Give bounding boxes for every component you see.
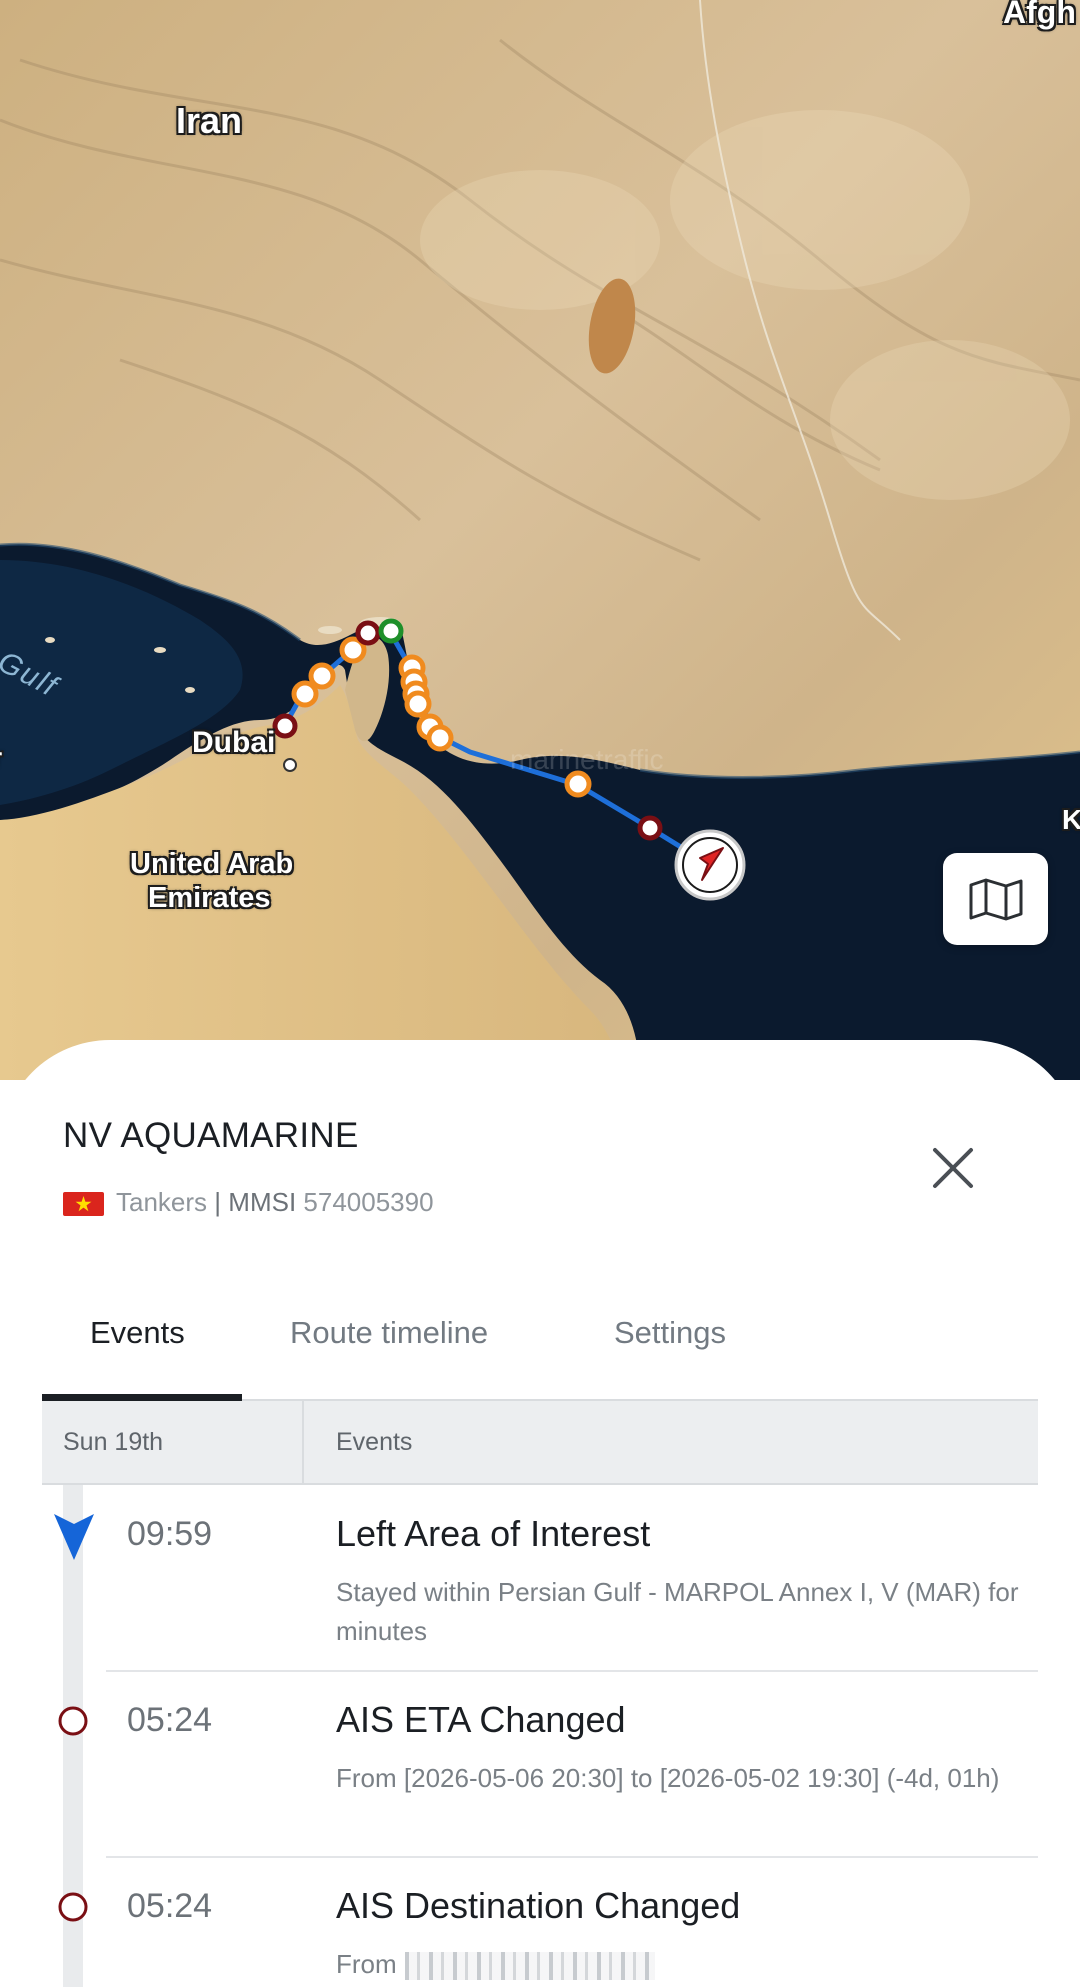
- event-divider: [106, 1856, 1038, 1858]
- event-time: 09:59: [127, 1515, 213, 1553]
- map-label-iran: Iran: [176, 100, 243, 141]
- close-icon: [933, 1148, 973, 1188]
- map-view[interactable]: Iran Afgh Gulf r Dubai United Arab Emira…: [0, 0, 1080, 1080]
- tab-route-timeline[interactable]: Route timeline: [290, 1315, 488, 1351]
- map-label-dubai: Dubai: [192, 726, 276, 759]
- vessel-meta: Tankers | MMSI 574005390: [116, 1187, 434, 1218]
- mmsi-label: MMSI: [228, 1187, 297, 1217]
- event-divider: [106, 1670, 1038, 1672]
- date-column-header: Sun 19th: [63, 1428, 164, 1456]
- event-circle-icon: [58, 1892, 88, 1922]
- map-label-afghanistan: Afgh: [1003, 0, 1076, 30]
- event-title: AIS Destination Changed: [336, 1885, 741, 1926]
- mmsi-value: 574005390: [303, 1187, 434, 1217]
- events-table-header: Sun 19th Events: [42, 1401, 1038, 1485]
- meta-separator: |: [214, 1187, 222, 1217]
- event-time: 05:24: [127, 1701, 213, 1739]
- event-description-prefix: From: [336, 1949, 397, 1979]
- tab-events[interactable]: Events: [90, 1315, 185, 1351]
- tab-settings[interactable]: Settings: [614, 1315, 726, 1351]
- current-position-triangle-icon: [54, 1514, 94, 1560]
- header-separator: [302, 1401, 304, 1485]
- satellite-basemap[interactable]: [0, 0, 1080, 1080]
- map-label-right-edge: K: [1062, 804, 1080, 835]
- vietnam-flag-icon: [63, 1192, 104, 1216]
- event-description: From [2026-05-06 20:30] to [2026-05-02 1…: [336, 1763, 1000, 1793]
- map-watermark: marinetraffic: [510, 744, 664, 775]
- redacted-destination: [404, 1952, 655, 1981]
- dubai-point-icon: [283, 758, 297, 772]
- event-description: From: [336, 1945, 1036, 1984]
- map-layers-button[interactable]: [943, 853, 1048, 945]
- event-time: 05:24: [127, 1887, 213, 1925]
- event-title: Left Area of Interest: [336, 1513, 651, 1554]
- event-description: Stayed within Persian Gulf - MARPOL Anne…: [336, 1577, 1019, 1646]
- event-circle-icon: [58, 1706, 88, 1736]
- map-label-uae-line2: Emirates: [148, 882, 271, 914]
- vessel-name: NV AQUAMARINE: [63, 1116, 359, 1155]
- map-label-uae-line1: United Arab: [130, 848, 294, 880]
- vessel-icon[interactable]: [674, 829, 746, 901]
- map-label-left-edge: r: [0, 742, 2, 773]
- close-button[interactable]: [925, 1140, 981, 1196]
- events-column-header: Events: [336, 1428, 413, 1456]
- event-title: AIS ETA Changed: [336, 1699, 626, 1740]
- map-icon: [969, 878, 1022, 921]
- vessel-type: Tankers: [116, 1187, 208, 1217]
- active-tab-indicator: [42, 1394, 242, 1401]
